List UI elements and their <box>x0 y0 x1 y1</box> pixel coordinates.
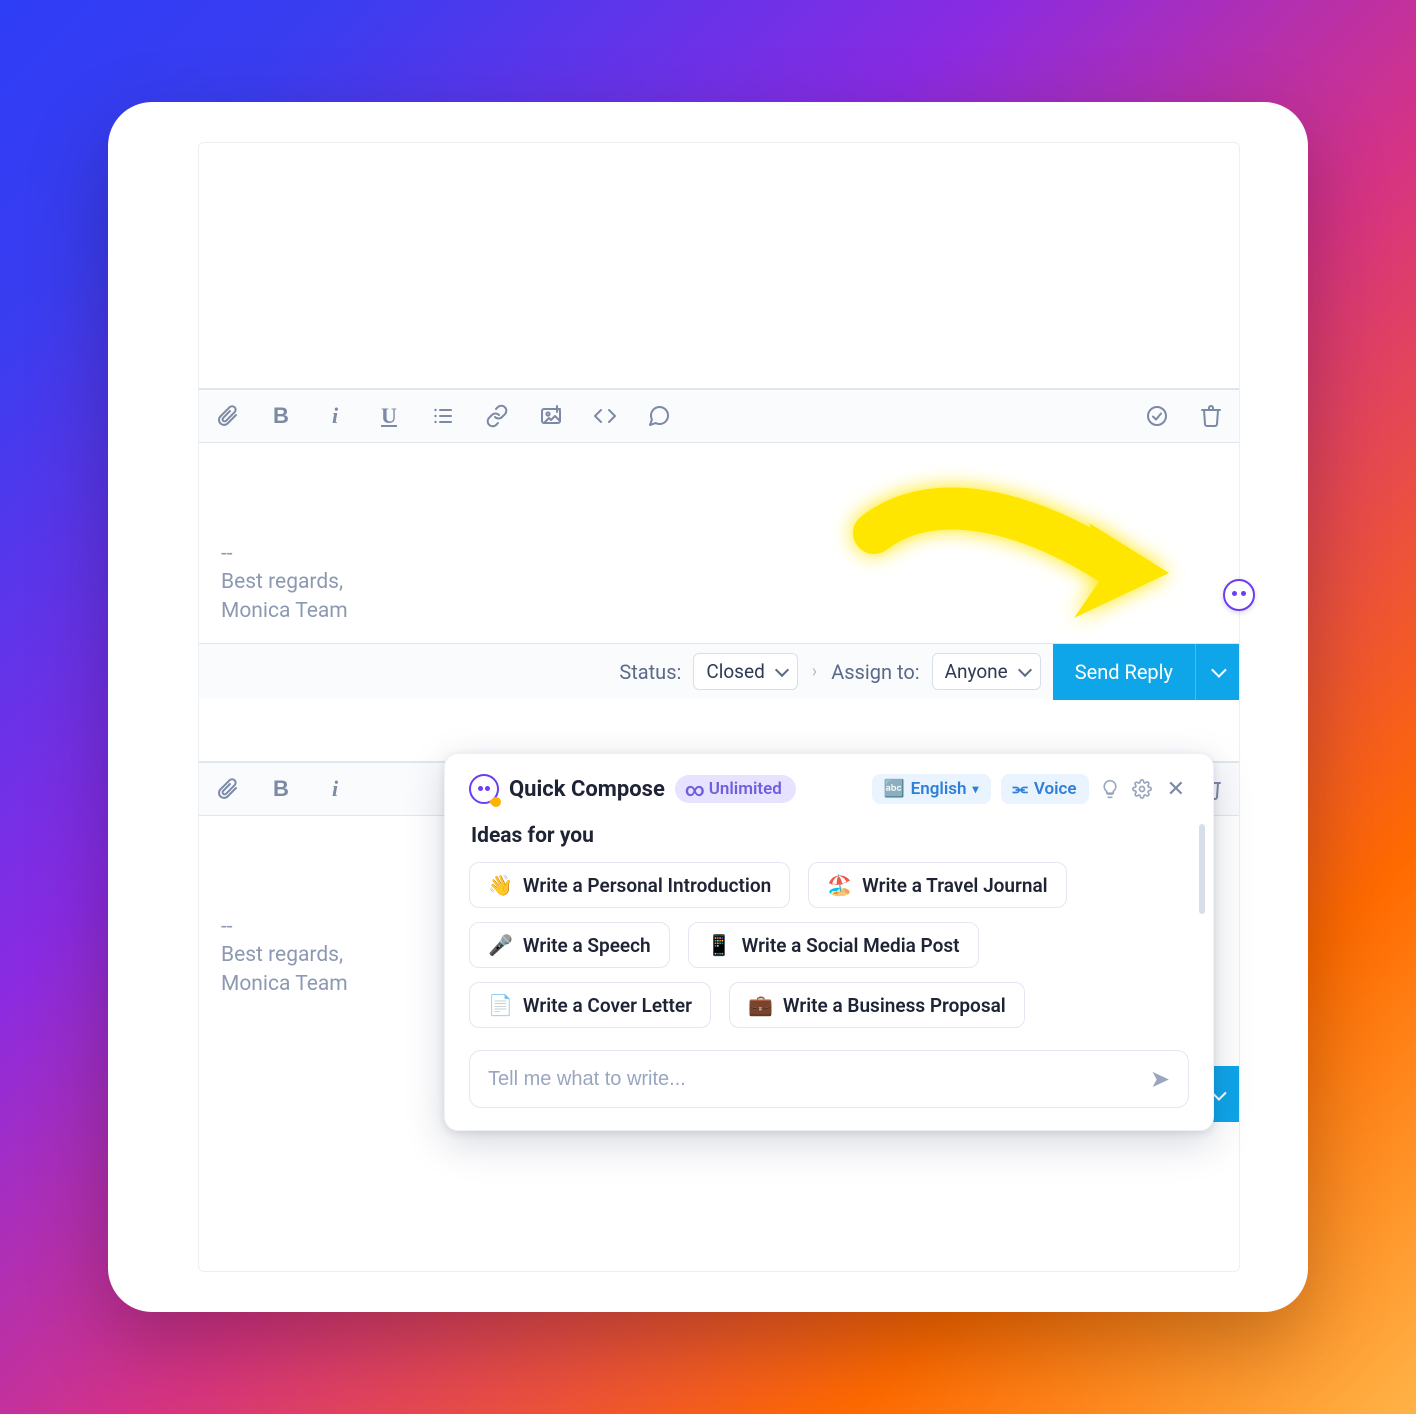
underline-icon[interactable]: U <box>377 404 401 428</box>
idea-speech[interactable]: 🎤 Write a Speech <box>469 922 670 968</box>
attachment-icon[interactable] <box>215 777 239 801</box>
popup-scrollbar[interactable] <box>1199 824 1205 914</box>
quick-compose-popup: Quick Compose ∞ Unlimited 🔤 English ▾ ⫘ … <box>444 753 1214 1131</box>
close-icon[interactable]: ✕ <box>1163 777 1189 802</box>
monica-logo-icon <box>469 774 499 804</box>
signature-line-1: Best regards, <box>221 568 1217 596</box>
editor-footer: Status: Closed › Assign to: Anyone Send … <box>199 643 1239 699</box>
translate-icon: 🔤 <box>884 779 905 799</box>
italic-icon[interactable]: i <box>323 404 347 428</box>
monica-logo-icon <box>1232 591 1246 599</box>
idea-cover-letter[interactable]: 📄 Write a Cover Letter <box>469 982 711 1028</box>
chevron-right-icon: › <box>810 661 819 682</box>
infinity-icon: ∞ <box>685 780 705 799</box>
italic-icon[interactable]: i <box>323 777 347 801</box>
ideas-row-3: 📄 Write a Cover Letter 💼 Write a Busines… <box>469 982 1189 1028</box>
prompt-input-row: ➤ <box>469 1050 1189 1108</box>
lightbulb-icon[interactable] <box>1099 778 1121 800</box>
popup-title: Quick Compose <box>509 777 665 802</box>
unlimited-label: Unlimited <box>709 779 782 799</box>
idea-label: Write a Social Media Post <box>742 934 960 957</box>
list-icon[interactable] <box>431 404 455 428</box>
send-reply-button[interactable]: Send Reply <box>1053 644 1195 700</box>
send-icon[interactable]: ➤ <box>1150 1065 1170 1093</box>
unlimited-badge: ∞ Unlimited <box>675 775 796 803</box>
idea-label: Write a Personal Introduction <box>523 874 771 897</box>
check-circle-icon[interactable] <box>1145 404 1169 428</box>
code-icon[interactable] <box>593 404 617 428</box>
voice-selector[interactable]: ⫘ Voice <box>1001 774 1089 804</box>
chevron-down-icon: ▾ <box>973 782 979 796</box>
editor-body[interactable]: -- Best regards, Monica Team <box>199 443 1239 643</box>
wave-emoji-icon: 👋 <box>488 873 513 897</box>
idea-label: Write a Cover Letter <box>523 994 692 1017</box>
reply-editor: B i U -- Best regards, Monica Team Statu… <box>199 388 1239 699</box>
assign-select[interactable]: Anyone <box>932 653 1041 690</box>
beach-emoji-icon: 🏖️ <box>827 873 852 897</box>
briefcase-emoji-icon: 💼 <box>748 993 773 1017</box>
popup-header: Quick Compose ∞ Unlimited 🔤 English ▾ ⫘ … <box>469 774 1189 804</box>
send-reply-group: Send Reply <box>1053 644 1239 700</box>
waveform-icon: ⫘ <box>1013 779 1028 799</box>
editor-toolbar: B i U <box>199 389 1239 443</box>
voice-label: Voice <box>1034 779 1077 799</box>
idea-personal-introduction[interactable]: 👋 Write a Personal Introduction <box>469 862 790 908</box>
language-selector[interactable]: 🔤 English ▾ <box>872 774 991 804</box>
status-select[interactable]: Closed <box>693 653 797 690</box>
status-label: Status: <box>619 660 681 684</box>
bold-icon[interactable]: B <box>269 777 293 801</box>
idea-social-media-post[interactable]: 📱 Write a Social Media Post <box>688 922 979 968</box>
prompt-input[interactable] <box>488 1068 1150 1091</box>
assign-label: Assign to: <box>831 660 919 684</box>
send-reply-dropdown[interactable] <box>1195 644 1239 700</box>
ideas-row-1: 👋 Write a Personal Introduction 🏖️ Write… <box>469 862 1189 908</box>
ideas-row-2: 🎤 Write a Speech 📱 Write a Social Media … <box>469 922 1189 968</box>
image-icon[interactable] <box>539 404 563 428</box>
microphone-emoji-icon: 🎤 <box>488 933 513 957</box>
ideas-heading: Ideas for you <box>471 824 1189 848</box>
idea-business-proposal[interactable]: 💼 Write a Business Proposal <box>729 982 1025 1028</box>
idea-travel-journal[interactable]: 🏖️ Write a Travel Journal <box>808 862 1066 908</box>
monica-floating-button[interactable] <box>1223 579 1255 611</box>
app-frame: B i U -- Best regards, Monica Team Statu… <box>198 142 1240 1272</box>
attachment-icon[interactable] <box>215 404 239 428</box>
link-icon[interactable] <box>485 404 509 428</box>
bold-icon[interactable]: B <box>269 404 293 428</box>
language-label: English <box>911 779 967 799</box>
phone-emoji-icon: 📱 <box>707 933 732 957</box>
idea-label: Write a Business Proposal <box>783 994 1006 1017</box>
settings-icon[interactable] <box>1131 778 1153 800</box>
signature-line-2: Monica Team <box>221 597 1217 625</box>
comment-icon[interactable] <box>647 404 671 428</box>
promo-card: B i U -- Best regards, Monica Team Statu… <box>108 102 1308 1312</box>
signature-divider: -- <box>221 540 1217 568</box>
idea-label: Write a Speech <box>523 934 651 957</box>
trash-icon[interactable] <box>1199 404 1223 428</box>
idea-label: Write a Travel Journal <box>862 874 1047 897</box>
page-emoji-icon: 📄 <box>488 993 513 1017</box>
